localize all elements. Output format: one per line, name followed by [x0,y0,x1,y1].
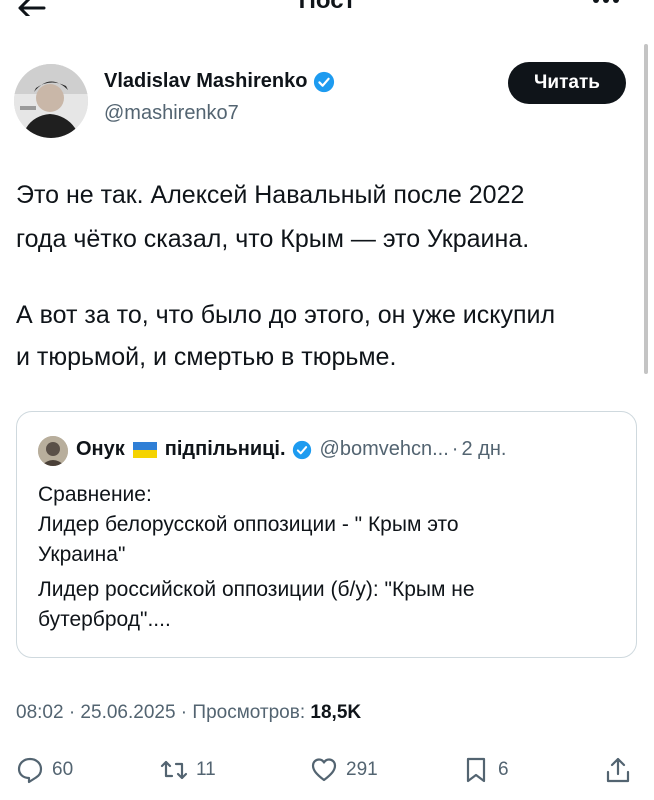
more-dots-icon[interactable] [586,0,626,14]
repost-count: 11 [196,759,216,780]
scrollbar[interactable] [644,44,648,374]
page-title: Пост [298,0,356,14]
quote-header: Онук підпільниці. @bomvehcn... · 2 дн. [76,438,506,461]
reply-button[interactable]: 60 [16,755,73,785]
author-handle[interactable]: @mashirenko7 [104,102,239,125]
quote-text-line: бутерброд".... [38,608,171,631]
quote-avatar[interactable] [38,436,68,466]
reply-icon [17,757,43,784]
quote-text-line: Лидер белорусской оппозиции - " Крым это [38,513,459,536]
bookmark-icon [466,757,486,783]
quote-separator: · [451,438,459,460]
quote-text-line: Украина" [38,543,126,566]
post-timestamp[interactable]: 08:02 · 25.06.2025 · Просмотров: [16,702,305,723]
ukraine-flag-icon [132,441,157,458]
share-button[interactable] [604,755,640,785]
quote-author-name[interactable]: Онук [76,438,125,461]
post-text-line: и тюрьмой, и смертью в тюрьме. [16,343,397,371]
share-icon [606,757,630,783]
post-text-line: А вот за то, что было до этого, он уже и… [16,301,556,329]
reply-count: 60 [52,759,74,780]
author-name-row[interactable]: Vladislav Mashirenko [104,70,335,93]
quote-avatar-image [38,436,68,466]
like-count: 291 [346,759,378,780]
quote-author-name-suffix[interactable]: підпільниці. [165,438,286,461]
post-text-line: года чётко сказал, что Крым — это Украин… [16,225,530,253]
avatar[interactable] [14,64,88,138]
like-button[interactable]: 291 [310,755,378,785]
top-bar: Пост [0,0,654,30]
repost-icon [160,760,188,780]
post-meta: 08:02 · 25.06.2025 · Просмотров: 18,5K [16,702,361,724]
follow-button[interactable]: Читать [508,62,626,104]
verified-badge-icon [292,440,311,459]
quote-text-line: Лидер российской оппозиции (б/у): "Крым … [38,578,475,601]
quote-author-handle[interactable]: @bomvehcn... [320,438,449,461]
quote-text-line: Сравнение: [38,483,152,506]
verified-badge-icon [314,71,335,92]
heart-icon [311,758,337,782]
author-name[interactable]: Vladislav Mashirenko [104,70,307,93]
bookmark-count: 6 [498,759,509,780]
avatar-image [14,64,88,138]
repost-button[interactable]: 11 [160,755,216,785]
quote-timestamp: 2 дн. [461,438,507,460]
views-count: 18,5K [310,702,362,723]
bookmark-button[interactable]: 6 [462,755,509,785]
post-text-line: Это не так. Алексей Навальный после 2022 [16,181,525,209]
